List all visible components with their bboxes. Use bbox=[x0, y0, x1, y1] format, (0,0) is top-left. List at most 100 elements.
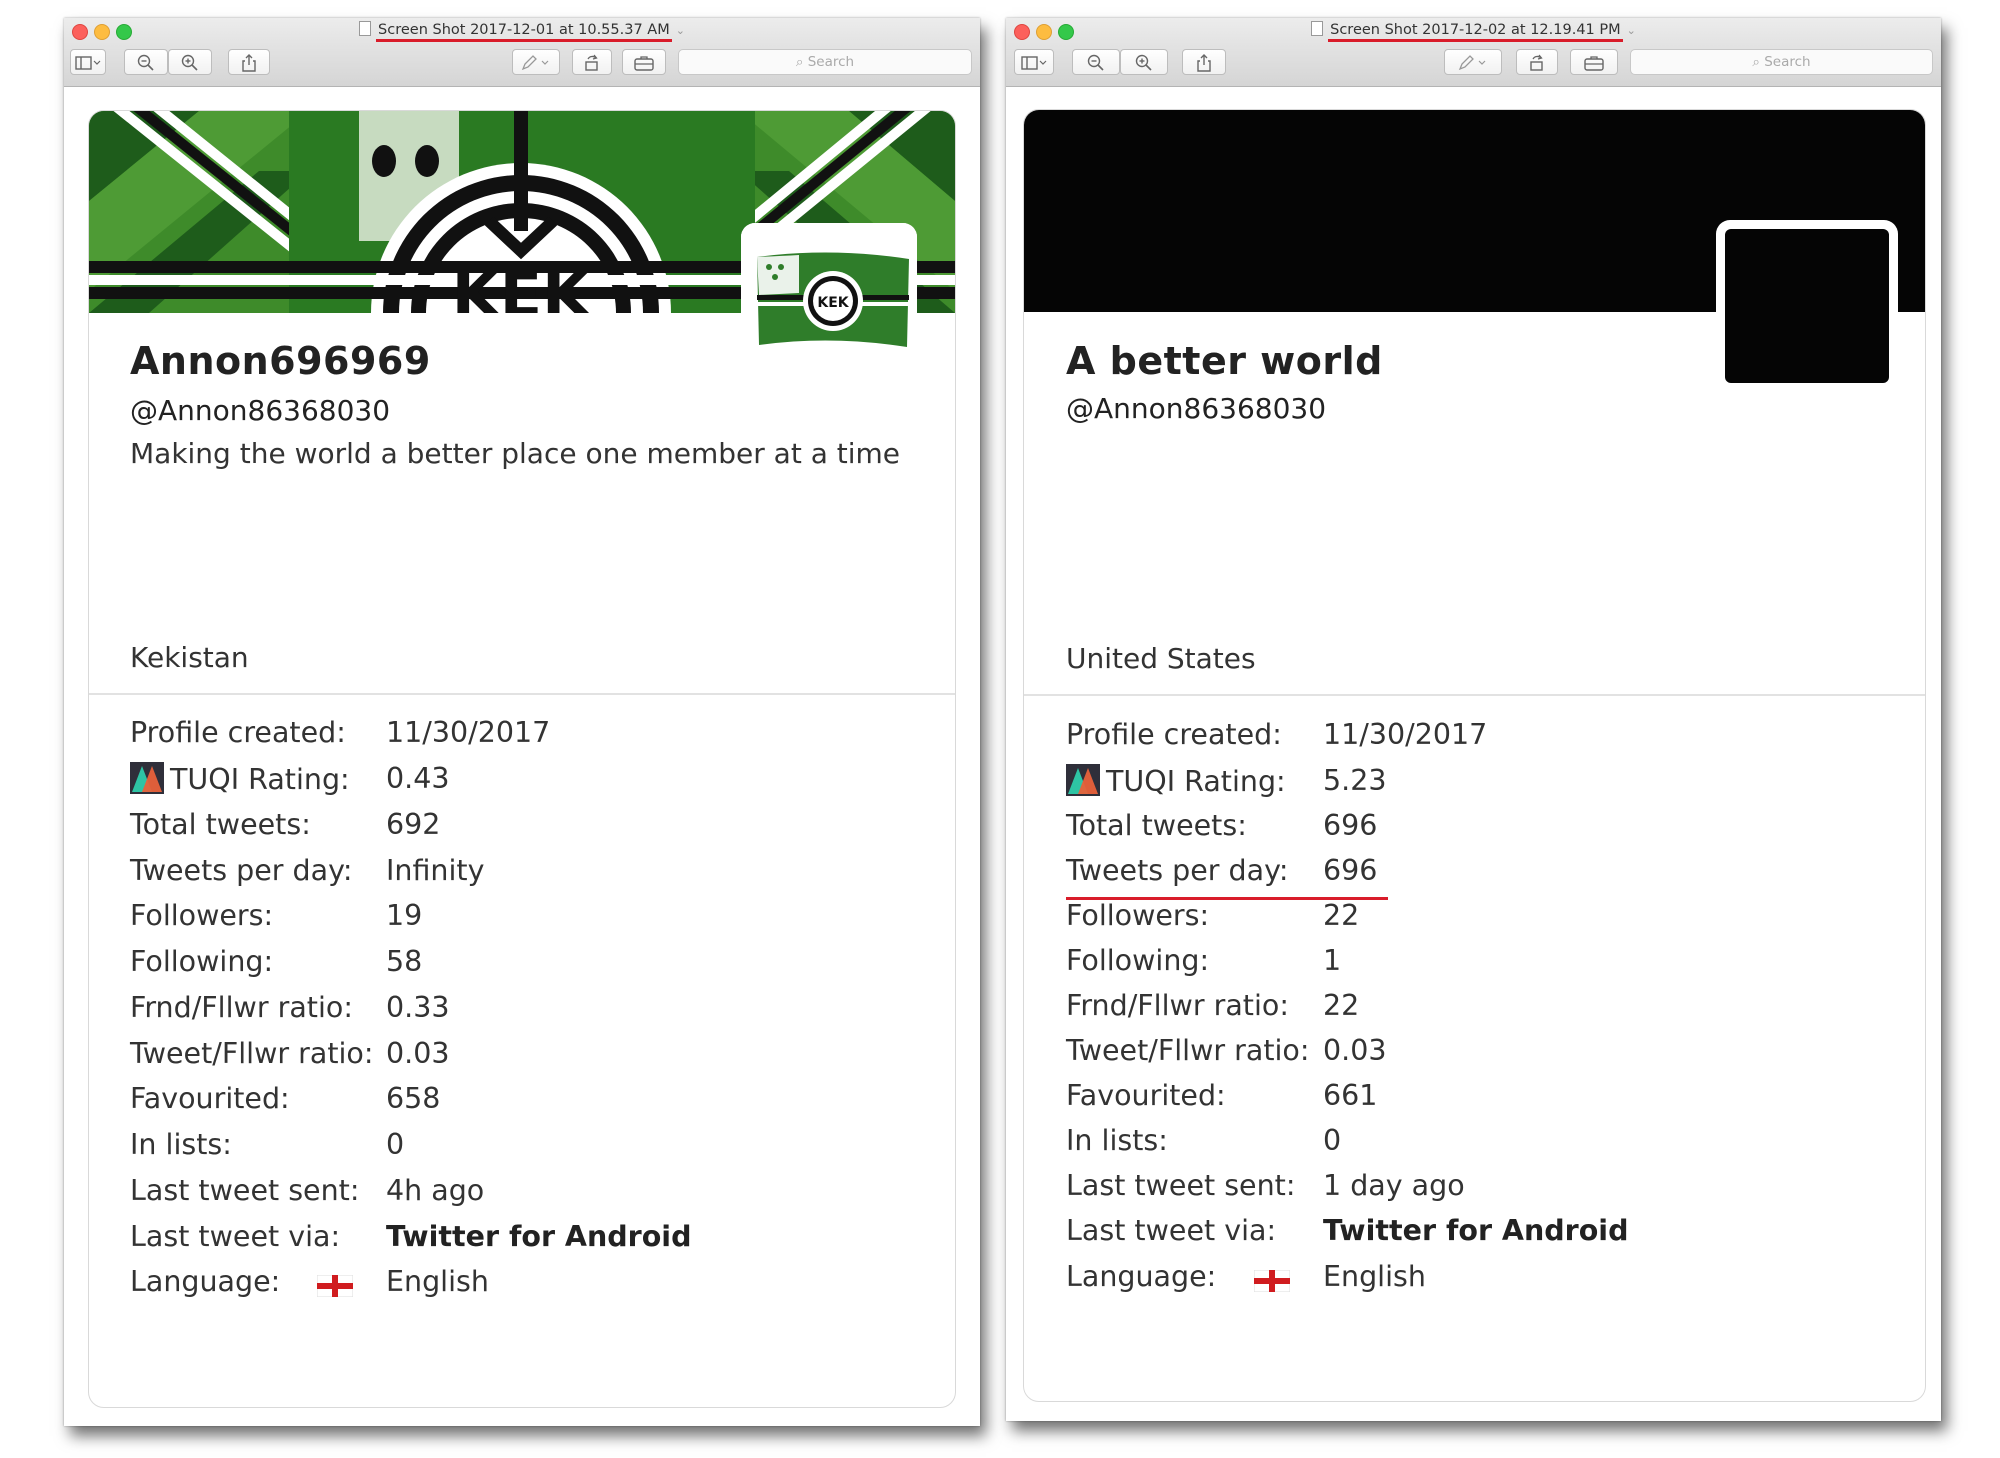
window-title-text: Screen Shot 2017-12-02 at 12.19.41 PM bbox=[1328, 22, 1623, 42]
search-icon: ⌕ bbox=[1752, 54, 1760, 70]
stat-value: 692 bbox=[386, 808, 441, 841]
toolbox-button[interactable] bbox=[622, 49, 666, 75]
stat-label: Following: bbox=[130, 945, 274, 978]
stat-label: Profile created: bbox=[130, 716, 346, 749]
profile-handle[interactable]: @Annon86368030 bbox=[130, 394, 390, 427]
stat-label: In lists: bbox=[130, 1128, 232, 1161]
stat-label: Last tweet sent: bbox=[130, 1174, 360, 1207]
zoom-out-button[interactable] bbox=[124, 49, 168, 75]
stat-value: 0.03 bbox=[1323, 1034, 1387, 1067]
tuqi-logo-icon bbox=[1066, 764, 1100, 796]
markup-button[interactable] bbox=[1444, 49, 1502, 75]
zoom-out-button[interactable] bbox=[1072, 49, 1120, 75]
stat-label: Language: bbox=[1066, 1260, 1217, 1293]
stat-value: 661 bbox=[1323, 1079, 1378, 1112]
zoom-in-button[interactable] bbox=[1120, 49, 1168, 75]
toolbox-icon bbox=[1584, 53, 1604, 71]
pen-icon bbox=[521, 53, 551, 71]
stat-value: 1 day ago bbox=[1323, 1169, 1465, 1202]
stat-value: 0 bbox=[1323, 1124, 1342, 1157]
profile-location: Kekistan bbox=[130, 641, 249, 674]
rotate-button[interactable] bbox=[572, 49, 612, 75]
stat-value: 1 bbox=[1323, 944, 1342, 977]
share-button[interactable] bbox=[1182, 49, 1226, 75]
chevron-down-icon: ⌄ bbox=[675, 24, 685, 37]
stat-label: Last tweet via: bbox=[1066, 1214, 1277, 1247]
profile-stats: Profile created: 11/30/2017 TUQI Rating:… bbox=[1066, 718, 1906, 1318]
stat-value: 5.23 bbox=[1323, 764, 1387, 797]
preview-window-2: Screen Shot 2017-12-02 at 12.19.41 PM ⌄ ⌕… bbox=[1006, 18, 1941, 1421]
stat-value: 696 bbox=[1323, 854, 1378, 887]
profile-divider bbox=[89, 693, 955, 695]
england-flag-icon bbox=[316, 1271, 354, 1298]
preview-window-1: Screen Shot 2017-12-01 at 10.55.37 AM ⌄ ⌕… bbox=[64, 18, 980, 1426]
profile-divider bbox=[1024, 694, 1925, 696]
profile-stats: Profile created: 11/30/2017 TUQI Rating:… bbox=[130, 716, 930, 1316]
profile-card: A better world @Annon86368030 United Sta… bbox=[1023, 109, 1926, 1402]
zoom-in-icon bbox=[1135, 53, 1153, 71]
pen-icon bbox=[1458, 53, 1488, 71]
search-input[interactable]: ⌕ Search bbox=[1630, 49, 1933, 75]
stat-label: Last tweet sent: bbox=[1066, 1169, 1296, 1202]
profile-handle[interactable]: @Annon86368030 bbox=[1066, 392, 1326, 425]
stat-label: Frnd/Fllwr ratio: bbox=[130, 991, 353, 1024]
window-title[interactable]: Screen Shot 2017-12-01 at 10.55.37 AM ⌄ bbox=[64, 21, 980, 42]
document-icon bbox=[359, 21, 372, 36]
england-flag-icon bbox=[1253, 1266, 1291, 1293]
stat-label: Favourited: bbox=[1066, 1079, 1226, 1112]
rotate-button[interactable] bbox=[1516, 49, 1558, 75]
stat-label: Favourited: bbox=[130, 1082, 290, 1115]
stat-value: English bbox=[1323, 1260, 1426, 1293]
stat-label: TUQI Rating: bbox=[170, 763, 350, 796]
stat-label: Total tweets: bbox=[1066, 809, 1247, 842]
search-input[interactable]: ⌕ Search bbox=[678, 49, 972, 75]
stat-value: 4h ago bbox=[386, 1174, 485, 1207]
profile-display-name: Annon696969 bbox=[130, 339, 431, 383]
window-title[interactable]: Screen Shot 2017-12-02 at 12.19.41 PM ⌄ bbox=[1006, 21, 1941, 42]
stat-label: Followers: bbox=[130, 899, 274, 932]
stat-value: Twitter for Android bbox=[386, 1220, 692, 1253]
search-icon: ⌕ bbox=[795, 54, 804, 70]
zoom-in-button[interactable] bbox=[168, 49, 212, 75]
stat-label: Tweets per day: bbox=[1066, 854, 1289, 887]
toolbox-button[interactable] bbox=[1570, 49, 1618, 75]
stat-label: Profile created: bbox=[1066, 718, 1282, 751]
sidebar-toggle-button[interactable] bbox=[70, 49, 106, 75]
chevron-down-icon: ⌄ bbox=[1626, 24, 1636, 37]
stat-label: Frnd/Fllwr ratio: bbox=[1066, 989, 1289, 1022]
sidebar-toggle-icon bbox=[1021, 53, 1047, 71]
stat-label: In lists: bbox=[1066, 1124, 1168, 1157]
stat-value: 0 bbox=[386, 1128, 405, 1161]
stat-value: 58 bbox=[386, 945, 423, 978]
stat-value: 22 bbox=[1323, 899, 1360, 932]
sidebar-toggle-icon bbox=[75, 53, 101, 71]
zoom-out-icon bbox=[137, 53, 155, 71]
svg-text:KEK: KEK bbox=[452, 258, 592, 313]
stat-label: Total tweets: bbox=[130, 808, 311, 841]
markup-button[interactable] bbox=[512, 49, 560, 75]
stat-value: 11/30/2017 bbox=[1323, 718, 1488, 751]
stat-value: 22 bbox=[1323, 989, 1360, 1022]
svg-text:KEK: KEK bbox=[817, 295, 849, 311]
share-icon bbox=[1196, 53, 1212, 72]
stat-label: Tweet/Fllwr ratio: bbox=[1066, 1034, 1310, 1067]
stat-value: 0.03 bbox=[386, 1037, 450, 1070]
sidebar-toggle-button[interactable] bbox=[1014, 49, 1054, 75]
profile-avatar[interactable]: KEK bbox=[741, 223, 917, 353]
stat-label: Tweets per day: bbox=[130, 854, 353, 887]
stat-value: English bbox=[386, 1265, 489, 1298]
profile-card: KEK KEK Annon696969 @Annon86368030 Makin… bbox=[88, 110, 956, 1408]
window-title-text: Screen Shot 2017-12-01 at 10.55.37 AM bbox=[376, 22, 672, 42]
stat-label: Language: bbox=[130, 1265, 281, 1298]
stat-value: 19 bbox=[386, 899, 423, 932]
stat-value: 0.33 bbox=[386, 991, 450, 1024]
stat-label: Tweet/Fllwr ratio: bbox=[130, 1037, 374, 1070]
stat-label: Following: bbox=[1066, 944, 1210, 977]
search-placeholder: Search bbox=[1764, 54, 1811, 70]
profile-avatar[interactable] bbox=[1716, 220, 1898, 392]
stat-label: Followers: bbox=[1066, 899, 1210, 932]
search-placeholder: Search bbox=[807, 54, 855, 70]
stat-value: 696 bbox=[1323, 809, 1378, 842]
share-button[interactable] bbox=[228, 49, 270, 75]
tuqi-logo-icon bbox=[130, 762, 164, 794]
